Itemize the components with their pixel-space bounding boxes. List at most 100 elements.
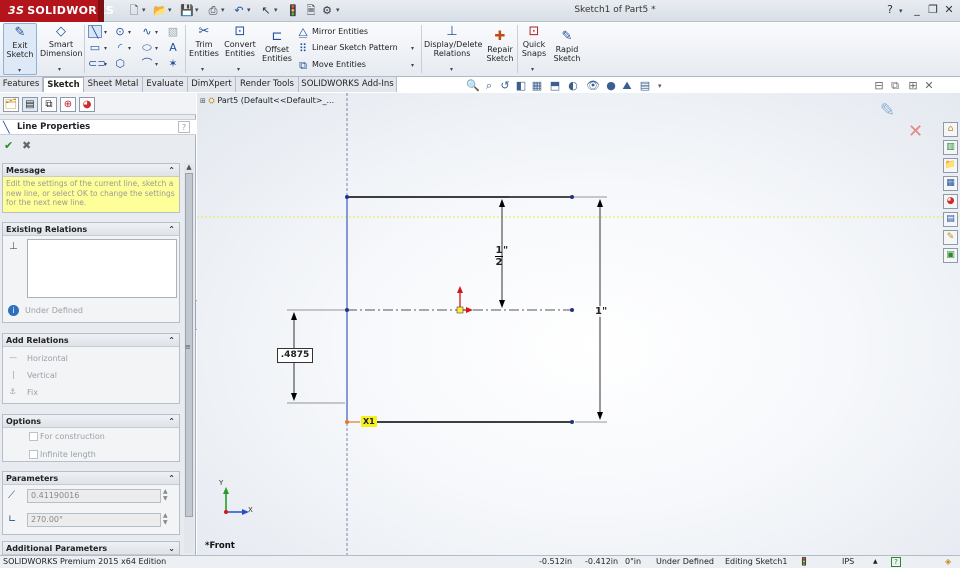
select-dropdown-icon[interactable]: ▾ <box>274 6 278 14</box>
slot-dropdown-icon[interactable]: ▾ <box>104 61 107 68</box>
section-view-icon[interactable]: ◧ <box>514 79 528 93</box>
endpoint[interactable] <box>570 308 574 312</box>
collapse-chevron-icon[interactable]: ⌃ <box>168 223 175 236</box>
restore-button[interactable]: ❐ <box>926 3 940 16</box>
design-library-icon[interactable]: ▥ <box>943 140 958 155</box>
arc-tool-icon[interactable]: ◜ <box>113 41 127 54</box>
endpoint[interactable] <box>345 195 349 199</box>
viewport-maximize-icon[interactable]: ⊞ <box>906 79 920 93</box>
save-dropdown-icon[interactable]: ▾ <box>195 6 199 14</box>
endpoint[interactable] <box>570 420 574 424</box>
convert-entities-button[interactable]: ⊡ Convert Entities ▾ <box>222 25 258 74</box>
smart-dimension-dropdown-icon[interactable]: ▾ <box>58 65 61 74</box>
for-construction-checkbox[interactable] <box>29 432 38 441</box>
quick-snaps-dropdown-icon[interactable]: ▾ <box>531 65 534 74</box>
collapse-chevron-icon[interactable]: ⌃ <box>168 415 175 428</box>
rectangle-dropdown-icon[interactable]: ▾ <box>104 45 107 52</box>
confirm-corner-cancel-icon[interactable]: ✕ <box>908 121 923 142</box>
edit-appearance-icon[interactable]: ● <box>604 79 618 93</box>
expand-chevron-icon[interactable]: ⌄ <box>168 542 175 555</box>
open-folder-icon[interactable]: 📂 <box>153 4 167 18</box>
tab-evaluate[interactable]: Evaluate <box>143 77 188 92</box>
polygon-tool-icon[interactable]: ⬡ <box>113 57 127 70</box>
configuration-manager-icon[interactable]: ⧉ <box>41 97 57 112</box>
open-dropdown-icon[interactable]: ▾ <box>168 6 172 14</box>
rebuild-icon[interactable]: 🚦 <box>286 4 300 18</box>
units-selector[interactable]: IPS <box>842 556 854 568</box>
quick-tips-icon[interactable]: ? <box>891 557 901 567</box>
display-manager-icon[interactable]: ◕ <box>79 97 95 112</box>
view-settings-icon[interactable]: ▤ <box>638 79 652 93</box>
new-document-icon[interactable]: 🗋 <box>127 4 141 18</box>
one-inch-dimension-label[interactable]: 1" <box>595 306 608 317</box>
help-question-icon[interactable]: ? <box>178 121 190 133</box>
sketch-origin[interactable] <box>456 306 464 314</box>
exit-sketch-button[interactable]: ✎ Exit Sketch ▾ <box>3 23 37 75</box>
help-dropdown-icon[interactable]: ▾ <box>899 7 903 15</box>
appearances-icon[interactable]: ◕ <box>943 194 958 209</box>
half-inch-dimension-label[interactable]: 1 2 " <box>495 245 508 268</box>
length-spinner[interactable]: ▲ ▼ <box>163 488 168 502</box>
tab-sheet-metal[interactable]: Sheet Metal <box>84 77 143 92</box>
display-style-icon[interactable]: ◐ <box>566 79 580 93</box>
tab-features[interactable]: Features <box>0 77 43 92</box>
view-toolbar-more-icon[interactable]: ▾ <box>658 82 662 90</box>
graphics-area[interactable]: ⊞ ⛭ Part5 (Default<<Default>_... 1 2" 1"… <box>197 93 960 555</box>
scroll-up-icon[interactable]: ▲ <box>184 163 194 172</box>
spline-tool-icon[interactable]: ∿ <box>140 25 154 38</box>
collapse-chevron-icon[interactable]: ⌃ <box>168 472 175 485</box>
solidworks-logo[interactable]: 3S SOLIDWORKS <box>0 0 114 22</box>
repair-sketch-button[interactable]: ✚ Repair Sketch <box>484 30 516 74</box>
parameters-header[interactable]: Parameters ⌃ <box>3 472 179 485</box>
help-icon[interactable]: ? <box>883 3 897 16</box>
spline-dropdown-icon[interactable]: ▾ <box>155 29 158 36</box>
relation-tag-badge[interactable]: X1 <box>361 416 377 427</box>
units-dropdown-icon[interactable]: ▲ <box>873 556 878 568</box>
trim-dropdown-icon[interactable]: ▾ <box>201 65 204 74</box>
apply-scene-icon[interactable]: ⛰ <box>620 79 634 93</box>
rectangle-tool-icon[interactable]: ▭ <box>88 41 102 54</box>
toolbox-icon[interactable]: ▣ <box>943 248 958 263</box>
ok-check-icon[interactable]: ✔ <box>4 139 13 152</box>
undo-icon[interactable]: ↶ <box>232 4 246 18</box>
panel-grip-icon[interactable]: ≡ <box>185 343 191 351</box>
move-entities-button[interactable]: ⧉ Move Entities ▾ <box>296 59 420 72</box>
circle-dropdown-icon[interactable]: ▾ <box>128 29 131 36</box>
sketch-canvas[interactable] <box>197 93 960 555</box>
hide-show-items-icon[interactable]: 👁 <box>586 79 600 93</box>
solidworks-resources-icon[interactable]: ⌂ <box>943 122 958 137</box>
undo-dropdown-icon[interactable]: ▾ <box>247 6 251 14</box>
fillet-dropdown-icon[interactable]: ▾ <box>155 61 158 68</box>
file-properties-icon[interactable]: 🗎 <box>304 4 318 18</box>
cancel-x-icon[interactable]: ✖ <box>22 139 31 152</box>
add-relation-fix[interactable]: Fix <box>27 388 38 397</box>
circle-tool-icon[interactable]: ⊙ <box>113 25 127 38</box>
options-header[interactable]: Options ⌃ <box>3 415 179 428</box>
tab-render-tools[interactable]: Render Tools <box>236 77 299 92</box>
options-gear-icon[interactable]: ⚙ <box>320 4 334 18</box>
point-tool-icon[interactable]: ✶ <box>166 57 180 70</box>
custom-properties-icon[interactable]: ▤ <box>943 212 958 227</box>
display-delete-relations-button[interactable]: ⊥ Display/Delete Relations ▾ <box>424 25 482 74</box>
zoom-to-fit-icon[interactable]: 🔍 <box>466 79 480 93</box>
pattern-dropdown-icon[interactable]: ▾ <box>411 45 414 52</box>
panel-scrollbar[interactable]: ▲ <box>184 163 194 553</box>
trim-entities-button[interactable]: ✂ Trim Entities ▾ <box>189 25 219 74</box>
feature-manager-icon[interactable]: 🗂 <box>3 97 19 112</box>
tab-solidworks-add-ins[interactable]: SOLIDWORKS Add-Ins <box>299 77 397 92</box>
dimension-edit-box[interactable]: .4875 <box>277 348 313 363</box>
line-dropdown-icon[interactable]: ▾ <box>104 29 107 36</box>
previous-view-icon[interactable]: ↺ <box>498 79 512 93</box>
collapse-chevron-icon[interactable]: ⌃ <box>168 334 175 347</box>
print-dropdown-icon[interactable]: ▾ <box>221 6 225 14</box>
rebuild-status-icon[interactable]: 🚦 <box>799 556 809 568</box>
ellipse-dropdown-icon[interactable]: ▾ <box>155 45 158 52</box>
zoom-to-area-icon[interactable]: ⌕ <box>482 79 496 93</box>
viewport-restore-icon[interactable]: ⧉ <box>888 79 902 93</box>
logo-flyout-arrow[interactable] <box>98 0 104 22</box>
slot-tool-icon[interactable]: ⊂⊃ <box>88 57 106 70</box>
angle-spinner[interactable]: ▲ ▼ <box>163 512 168 526</box>
rapid-sketch-button[interactable]: ✎ Rapid Sketch <box>552 30 582 74</box>
ellipse-tool-icon[interactable]: ⬭ <box>140 41 154 54</box>
collapse-chevron-icon[interactable]: ⌃ <box>168 164 175 177</box>
